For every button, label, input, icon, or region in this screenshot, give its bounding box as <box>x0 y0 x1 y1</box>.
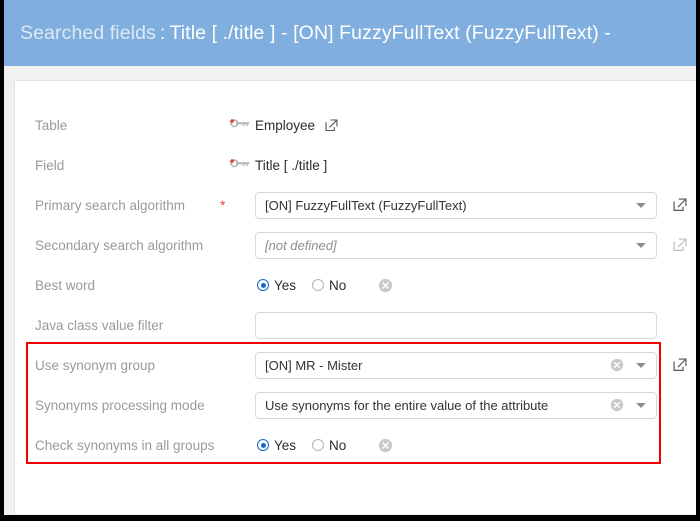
clear-icon-use-synonym-group[interactable] <box>610 358 624 372</box>
page-title-prefix: Searched fields <box>20 21 156 44</box>
radio-check-synonyms-no[interactable]: No <box>312 438 346 453</box>
label-java-class-value-filter: Java class value filter <box>35 317 164 333</box>
radio-best-word-no[interactable]: No <box>312 278 346 293</box>
form-row-java-class-value-filter: Java class value filter <box>15 305 696 345</box>
select-synonyms-processing-mode[interactable]: Use synonyms for the entire value of the… <box>255 391 657 419</box>
form-row-use-synonym-group: Use synonym group [ON] MR - Mister <box>15 345 696 385</box>
application-window: Searched fields: Title [ ./title ] - [ON]… <box>0 0 700 521</box>
radio-label-no: No <box>329 277 347 293</box>
form-row-synonyms-processing-mode: Synonyms processing mode Use synonyms fo… <box>15 385 696 425</box>
chevron-down-icon[interactable] <box>636 362 646 368</box>
external-link-icon-table[interactable] <box>325 118 338 132</box>
radio-group-check-synonyms-in-all-groups: Yes No <box>257 438 393 453</box>
form-row-secondary-search-algorithm: Secondary search algorithm [not defined] <box>15 225 696 265</box>
radio-best-word-yes[interactable]: Yes <box>257 278 296 293</box>
external-link-icon-use-synonym-group[interactable] <box>673 358 687 372</box>
form-row-best-word: Best word Yes No <box>15 265 696 305</box>
clear-icon-synonyms-processing-mode[interactable] <box>610 398 624 412</box>
label-secondary-search-algorithm: Secondary search algorithm <box>35 237 204 253</box>
select-value-use-synonym-group: [ON] MR - Mister <box>265 357 363 373</box>
form-row-primary-search-algorithm: Primary search algorithm * [ON] FuzzyFul… <box>15 185 696 225</box>
label-primary-search-algorithm: Primary search algorithm <box>35 197 186 213</box>
chevron-down-icon[interactable] <box>636 242 646 248</box>
radio-group-best-word: Yes No <box>257 278 393 293</box>
form-row-table: Table Employee <box>15 105 696 145</box>
external-link-icon-primary-search-algorithm[interactable] <box>673 198 687 212</box>
label-table: Table <box>35 117 68 133</box>
radio-indicator-off <box>312 279 325 291</box>
label-field: Field <box>35 157 65 173</box>
dialog-header: Searched fields: Title [ ./title ] - [ON]… <box>4 0 696 66</box>
input-java-class-value-filter[interactable] <box>255 311 657 339</box>
radio-indicator-on <box>257 279 269 291</box>
form-row-check-synonyms-in-all-groups: Check synonyms in all groups Yes No <box>15 425 696 465</box>
chevron-down-icon[interactable] <box>636 402 646 408</box>
label-synonyms-processing-mode: Synonyms processing mode <box>35 397 205 413</box>
searched-fields-form: Table Employee Field Title [./title] P… <box>15 81 696 514</box>
page-title-separator: : <box>159 21 166 44</box>
value-table: Employee <box>255 117 316 133</box>
radio-check-synonyms-yes[interactable]: Yes <box>257 438 296 453</box>
radio-label-yes: Yes <box>274 437 297 453</box>
radio-indicator-on <box>257 439 269 451</box>
select-secondary-search-algorithm[interactable]: [not defined] <box>255 231 657 259</box>
form-row-field: Field Title [ ./title ] <box>15 145 696 185</box>
label-check-synonyms-in-all-groups: Check synonyms in all groups <box>35 437 215 453</box>
primary-key-icon <box>229 118 251 132</box>
label-best-word: Best word <box>35 277 96 293</box>
clear-icon-check-synonyms-in-all-groups[interactable] <box>378 438 393 453</box>
clear-icon-best-word[interactable] <box>378 278 393 293</box>
chevron-down-icon[interactable] <box>636 202 646 208</box>
select-use-synonym-group[interactable]: [ON] MR - Mister <box>255 351 657 379</box>
external-link-icon-secondary-search-algorithm <box>673 238 687 252</box>
radio-label-yes: Yes <box>274 277 297 293</box>
radio-label-no: No <box>329 437 347 453</box>
required-marker: * <box>220 197 226 213</box>
value-field: Title [ ./title ] <box>255 157 328 173</box>
select-value-primary-search-algorithm: [ON] FuzzyFullText (FuzzyFullText) <box>265 197 467 213</box>
primary-key-icon <box>229 158 251 172</box>
select-value-secondary-search-algorithm: [not defined] <box>265 237 337 253</box>
select-value-synonyms-processing-mode: Use synonyms for the entire value of the… <box>265 397 549 413</box>
select-primary-search-algorithm[interactable]: [ON] FuzzyFullText (FuzzyFullText) <box>255 191 657 219</box>
page-title: Searched fields: Title [ ./title ] - [ON]… <box>20 22 611 45</box>
label-use-synonym-group: Use synonym group <box>35 357 156 373</box>
radio-indicator-off <box>312 439 325 451</box>
form-card: Table Employee Field Title [./title] P… <box>14 80 696 514</box>
page-title-value: Title [ ./title ] - [ON] FuzzyFullText (… <box>169 21 611 44</box>
